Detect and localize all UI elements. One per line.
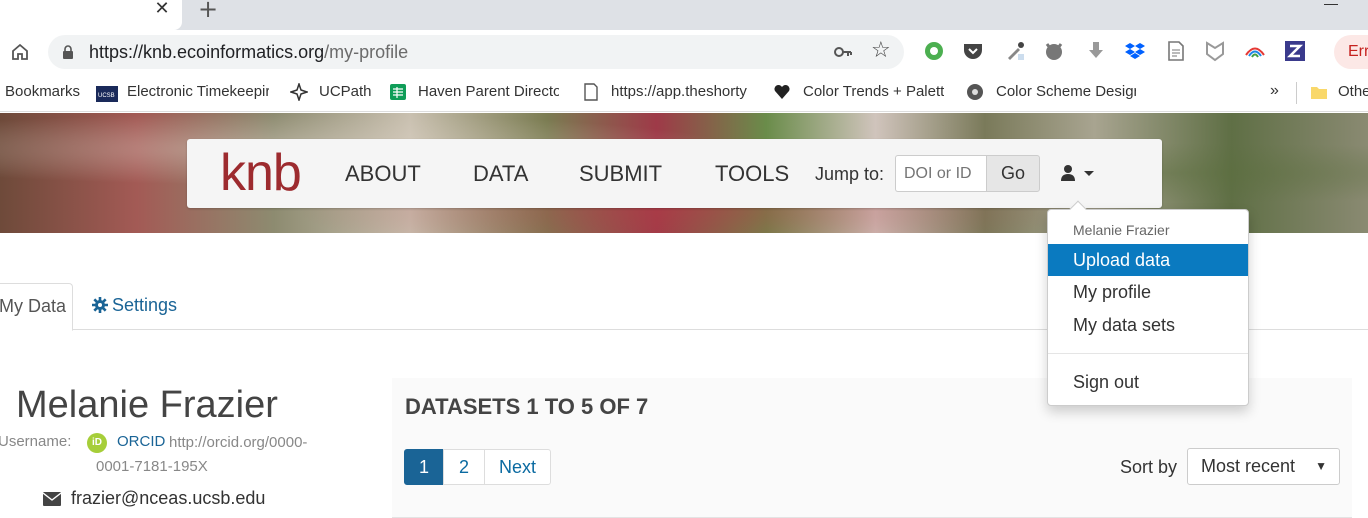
minimize-icon[interactable]	[1324, 4, 1338, 5]
browser-tab[interactable]: ✕	[0, 0, 182, 30]
profile-email[interactable]: frazier@nceas.ucsb.edu	[71, 488, 265, 509]
page-1-button[interactable]: 1	[404, 449, 444, 485]
sort-label: Sort by	[1120, 457, 1178, 477]
tab-my-data[interactable]: My Data	[0, 283, 73, 331]
tab-settings[interactable]: Settings	[92, 295, 177, 316]
nav-data[interactable]: DATA	[473, 162, 528, 186]
select-caret-icon: ▼	[1315, 459, 1327, 473]
datasets-count-title: DATASETS 1 TO 5 OF 7	[405, 394, 649, 419]
orcid-link[interactable]: ORCID	[117, 433, 165, 450]
sort-select[interactable]: Most recent ▼	[1187, 448, 1340, 485]
browser-toolbar: https://knb.ecoinformatics.org/my-profil…	[0, 30, 1368, 74]
jump-to-label: Jump to:	[815, 164, 885, 184]
orcid-url: http://orcid.org/0000-	[169, 434, 308, 451]
folder-icon	[1311, 87, 1327, 99]
go-button[interactable]: Go	[986, 155, 1040, 192]
gear-icon	[92, 297, 108, 313]
bookmark-item[interactable]: Haven Parent Directo	[418, 83, 559, 100]
knb-logo[interactable]: knb	[220, 143, 302, 203]
bookmark-item[interactable]: Color Scheme Design	[996, 83, 1136, 100]
ucsb-icon: UCSB	[96, 86, 118, 102]
dropdown-divider	[1048, 353, 1248, 354]
browser-tab-strip: ✕ +	[0, 0, 1368, 30]
chevron-down-icon	[1084, 171, 1094, 176]
document-icon[interactable]	[1165, 40, 1187, 62]
dropbox-icon[interactable]	[1124, 40, 1146, 62]
pagination: 1 2 Next	[404, 449, 551, 485]
orcid-url-continued: 0001-7181-195X	[96, 458, 208, 475]
color-scheme-icon	[967, 84, 983, 100]
shield-extension-icon[interactable]	[1204, 40, 1226, 62]
nav-about[interactable]: ABOUT	[345, 162, 421, 186]
page-2-button[interactable]: 2	[443, 449, 485, 485]
envelope-icon	[43, 492, 61, 506]
menu-upload-data[interactable]: Upload data	[1048, 244, 1248, 276]
github-icon[interactable]	[1043, 40, 1065, 62]
menu-my-data-sets[interactable]: My data sets	[1048, 309, 1248, 341]
dropdown-user-name: Melanie Frazier	[1073, 222, 1170, 238]
bookmark-item[interactable]: Othe	[1338, 83, 1368, 100]
svg-text:UCSB: UCSB	[98, 93, 115, 99]
heart-icon	[774, 84, 790, 99]
eyedropper-icon[interactable]	[1004, 40, 1026, 62]
url-text[interactable]: https://knb.ecoinformatics.org/my-profil…	[89, 42, 408, 63]
username-label: Username:	[0, 433, 72, 450]
zotero-icon[interactable]	[1284, 40, 1306, 62]
user-dropdown-menu: Melanie Frazier Upload data My profile M…	[1047, 200, 1249, 406]
sheets-icon	[390, 84, 406, 100]
ucpath-icon	[290, 83, 308, 101]
bookmark-star-icon[interactable]: ☆	[871, 40, 891, 62]
bookmarks-overflow-icon[interactable]: »	[1270, 82, 1279, 100]
error-profile-button[interactable]: Err	[1334, 35, 1368, 69]
key-icon[interactable]	[834, 44, 852, 60]
extension-green-icon[interactable]	[923, 40, 945, 62]
new-tab-icon[interactable]: +	[198, 0, 218, 21]
user-menu-toggle[interactable]	[1059, 163, 1099, 185]
page-icon	[584, 83, 598, 101]
home-icon[interactable]	[10, 42, 30, 62]
bookmark-item[interactable]: Color Trends + Palett	[803, 83, 944, 100]
orcid-icon: iD	[87, 433, 107, 453]
tab-settings-label: Settings	[112, 295, 178, 315]
bookmark-item[interactable]: UCPath	[319, 83, 372, 100]
sort-selected-value: Most recent	[1201, 456, 1296, 476]
profile-name: Melanie Frazier	[16, 384, 278, 426]
site-navbar: knb ABOUT DATA SUBMIT TOOLS Jump to: Go	[187, 139, 1162, 208]
menu-my-profile[interactable]: My profile	[1048, 276, 1248, 308]
close-tab-icon[interactable]: ✕	[152, 0, 172, 20]
bookmarks-divider	[1296, 82, 1297, 104]
bookmark-item[interactable]: Bookmarks	[5, 83, 80, 100]
lock-icon[interactable]	[62, 45, 74, 59]
user-icon	[1061, 165, 1075, 181]
pocket-icon[interactable]	[962, 40, 984, 62]
rainbow-extension-icon[interactable]	[1244, 40, 1266, 62]
doi-search-input[interactable]	[895, 155, 987, 192]
nav-tools[interactable]: TOOLS	[715, 162, 789, 186]
download-icon[interactable]	[1085, 40, 1107, 62]
menu-sign-out[interactable]: Sign out	[1048, 366, 1248, 398]
bookmarks-bar: Bookmarks UCSB Electronic Timekeepir UCP…	[0, 74, 1368, 112]
bookmark-item[interactable]: https://app.theshorty	[611, 83, 751, 100]
next-page-button[interactable]: Next	[484, 449, 551, 485]
address-bar[interactable]: https://knb.ecoinformatics.org/my-profil…	[48, 35, 904, 69]
bookmark-item[interactable]: Electronic Timekeepir	[127, 83, 269, 100]
nav-submit[interactable]: SUBMIT	[579, 162, 662, 186]
